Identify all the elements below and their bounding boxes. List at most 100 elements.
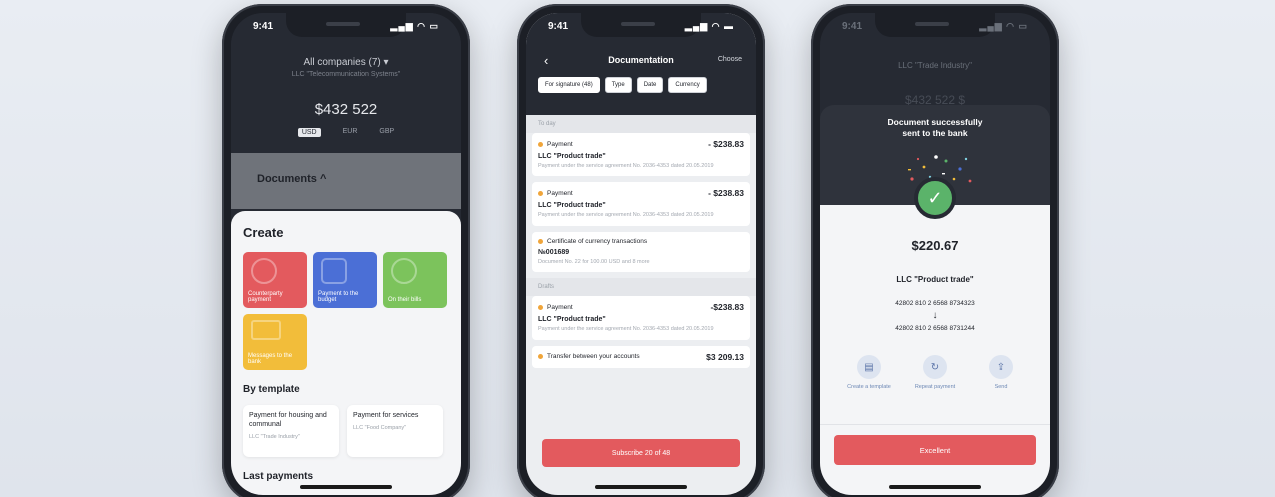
filter-type[interactable]: Type: [604, 77, 632, 93]
doc-name: LLC "Product trade": [538, 316, 606, 324]
filter-date[interactable]: Date: [636, 77, 664, 93]
phone2-screen: 9:41 ▂▄▆ ◠ ▬ ‹ Documentation Choose For …: [526, 13, 756, 495]
doc-amount: - $238.83: [708, 188, 744, 199]
repeat-payment-button[interactable]: ↻ Repeat payment: [907, 355, 963, 391]
doc-name: №001689: [538, 248, 570, 256]
phone-documentation-screen: 9:41 ▂▄▆ ◠ ▬ ‹ Documentation Choose For …: [517, 4, 765, 497]
home-indicator: [300, 485, 392, 489]
documents-toggle[interactable]: Documents ^: [257, 173, 326, 185]
status-dot-icon: [538, 141, 543, 147]
filter-currency[interactable]: Currency: [668, 77, 707, 93]
currency-usd[interactable]: USD: [297, 128, 321, 137]
status-dot-icon: [538, 304, 543, 310]
success-actions: ▤ Create a template ↻ Repeat payment ⇪ S…: [820, 355, 1050, 391]
section-drafts: Drafts: [526, 278, 756, 297]
success-line-2: sent to the bank: [902, 128, 968, 139]
home-indicator: [595, 485, 687, 489]
tile-label: Payment to the budget: [318, 291, 359, 303]
tile-label: On their bills: [388, 297, 422, 303]
phone1-status-bar: 9:41 ▂▄▆ ◠ ▭: [231, 21, 461, 35]
doc-amount: $3 209.13: [706, 351, 744, 362]
repeat-icon: ↻: [923, 355, 947, 379]
total-balance: $432 522: [314, 101, 378, 118]
phone3-screen: 9:41 ▂▄▆ ◠ ▭ LLC "Trade Industry" $432 5…: [820, 13, 1050, 495]
payment-amount: $220.67: [911, 238, 959, 253]
document-card[interactable]: Certificate of currency transactions №00…: [532, 231, 750, 273]
status-dot-icon: [538, 190, 543, 196]
building-icon: [321, 258, 347, 284]
status-time: 9:41: [253, 21, 274, 32]
excellent-button[interactable]: Excellent: [834, 435, 1036, 465]
tile-label: Counterparty payment: [248, 291, 283, 303]
doc-amount: - $238.83: [708, 139, 744, 149]
home-indicator: [889, 485, 981, 489]
subscribe-button[interactable]: Subscribe 20 of 48: [542, 439, 740, 467]
phone3-status-bar: 9:41 ▂▄▆ ◠ ▭: [820, 21, 1050, 35]
success-line-1: Document successfully: [887, 117, 983, 127]
document-list: To day Payment - $238.83 LLC "Product tr…: [526, 115, 756, 495]
doc-name: LLC "Product trade": [538, 153, 606, 160]
doc-amount: -$238.83: [710, 302, 744, 313]
action-label: Repeat payment: [914, 384, 956, 390]
doc-type: Certificate of currency transactions: [547, 237, 648, 245]
phone-create-screen: 9:41 ▂▄▆ ◠ ▭ All companies (7) ▾ LLC "Te…: [222, 4, 470, 497]
action-label: Create a template: [847, 384, 891, 390]
by-template-title: By template: [243, 384, 300, 395]
status-dot-icon: [538, 238, 543, 244]
doc-type: Payment: [547, 303, 573, 311]
status-time: 9:41: [842, 21, 863, 32]
success-message: Document successfully sent to the bank: [820, 117, 1050, 140]
filter-for-signature[interactable]: For signature (48): [538, 77, 600, 93]
doc-desc: Document No. 22 for 100.00 USD and 8 mor…: [538, 258, 650, 265]
account-to: 42802 810 2 6568 8731244: [895, 325, 975, 332]
doc-name: LLC "Product trade": [538, 202, 606, 210]
company-name: LLC "Trade Industry": [898, 61, 972, 70]
tile-payment-budget[interactable]: Payment to the budget: [313, 252, 377, 308]
document-card[interactable]: Payment -$238.83 LLC "Product trade" Pay…: [532, 296, 750, 340]
doc-type: Payment: [547, 140, 573, 148]
signal-wifi-battery-icon: ▂▄▆ ◠ ▭: [979, 21, 1028, 31]
doc-desc: Payment under the service agreement No. …: [538, 326, 714, 333]
document-card[interactable]: Payment - $238.83 LLC "Product trade" Pa…: [532, 182, 750, 226]
template-card[interactable]: Payment for housing and communal LLC "Tr…: [243, 405, 339, 457]
envelope-icon: [251, 320, 281, 340]
document-card[interactable]: Transfer between your accounts $3 209.13: [532, 345, 750, 368]
mockup-stage: 9:41 ▂▄▆ ◠ ▭ All companies (7) ▾ LLC "Te…: [0, 0, 1275, 497]
last-payments-title: Last payments: [243, 471, 314, 482]
tile-messages-bank[interactable]: Messages to the bank: [243, 314, 307, 370]
share-icon: ⇪: [989, 355, 1013, 379]
choose-button[interactable]: Choose: [718, 56, 742, 63]
document-card[interactable]: Payment - $238.83 LLC "Product trade" Pa…: [532, 133, 750, 177]
send-button[interactable]: ⇪ Send: [973, 355, 1029, 391]
currency-gbp[interactable]: GBP: [379, 128, 394, 137]
status-dot-icon: [538, 354, 543, 360]
signal-wifi-battery-icon: ▂▄▆ ◠ ▬: [684, 21, 734, 31]
doc-type: Transfer between your accounts: [547, 353, 640, 361]
tile-counterparty-payment[interactable]: Counterparty payment: [243, 252, 307, 308]
currency-switcher: USD EUR GBP: [231, 128, 461, 137]
template-sub: LLC "Food Company": [353, 425, 407, 432]
template-list: Payment for housing and communal LLC "Tr…: [243, 405, 449, 457]
template-card[interactable]: Payment for services LLC "Food Company": [347, 405, 443, 457]
create-sheet: Create Counterparty payment Payment to t…: [231, 211, 461, 495]
checkmark-icon: ✓: [914, 177, 956, 219]
create-title: Create: [243, 225, 284, 240]
phone2-status-bar: 9:41 ▂▄▆ ◠ ▬: [526, 21, 756, 35]
divider: [820, 424, 1050, 425]
account-from: 42802 810 2 6568 8734323: [895, 300, 975, 307]
doc-desc: Payment under the service agreement No. …: [538, 163, 714, 169]
template-title: Payment for housing and communal: [249, 412, 327, 429]
company-selector[interactable]: All companies (7) ▾: [231, 57, 461, 68]
template-title: Payment for services: [353, 412, 419, 419]
phone-success-screen: 9:41 ▂▄▆ ◠ ▭ LLC "Trade Industry" $432 5…: [811, 4, 1059, 497]
section-today: To day: [526, 115, 756, 133]
doc-type: Payment: [547, 189, 573, 197]
tile-label: Messages to the bank: [248, 353, 293, 365]
create-template-button[interactable]: ▤ Create a template: [841, 355, 897, 391]
currency-eur[interactable]: EUR: [343, 128, 358, 137]
doc-desc: Payment under the service agreement No. …: [538, 212, 714, 219]
action-label: Send: [994, 384, 1008, 390]
tile-own-bills[interactable]: On their bills: [383, 252, 447, 308]
signal-wifi-battery-icon: ▂▄▆ ◠ ▭: [390, 21, 439, 31]
status-time: 9:41: [548, 21, 569, 32]
